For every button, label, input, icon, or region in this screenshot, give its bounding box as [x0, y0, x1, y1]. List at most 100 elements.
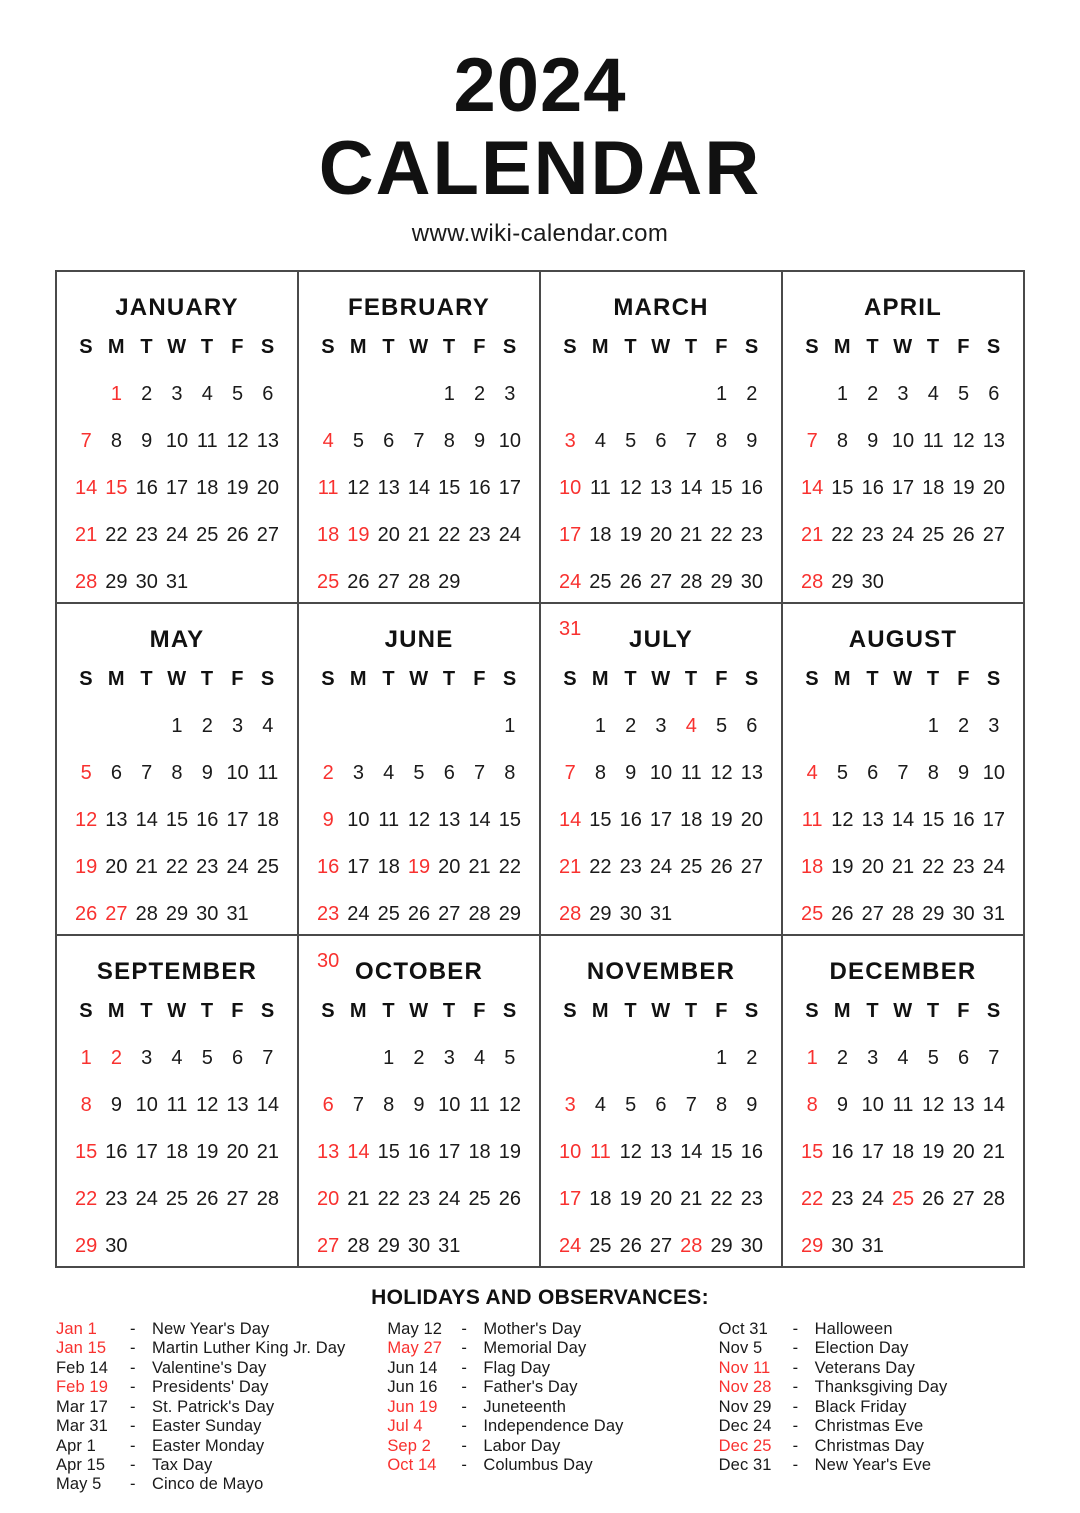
- day-cell[interactable]: 7: [979, 1035, 1009, 1082]
- day-cell[interactable]: 2: [737, 371, 767, 418]
- day-cell[interactable]: 19: [948, 465, 978, 512]
- day-cell[interactable]: 4: [374, 750, 404, 797]
- day-cell[interactable]: 28: [797, 559, 827, 606]
- day-cell[interactable]: 6: [222, 1035, 252, 1082]
- day-cell[interactable]: 17: [495, 465, 525, 512]
- day-cell[interactable]: 30: [404, 1223, 434, 1270]
- day-cell[interactable]: 25: [585, 1223, 615, 1270]
- day-cell[interactable]: 11: [585, 1129, 615, 1176]
- day-cell[interactable]: 11: [192, 418, 222, 465]
- day-cell[interactable]: 7: [676, 418, 706, 465]
- day-cell[interactable]: 22: [101, 512, 131, 559]
- day-cell[interactable]: 21: [132, 844, 162, 891]
- day-cell[interactable]: 15: [797, 1129, 827, 1176]
- day-cell[interactable]: 11: [797, 797, 827, 844]
- day-cell[interactable]: 31: [222, 891, 252, 938]
- day-cell[interactable]: 17: [646, 797, 676, 844]
- day-cell[interactable]: 30: [948, 891, 978, 938]
- day-cell[interactable]: 27: [222, 1176, 252, 1223]
- day-cell[interactable]: 11: [464, 1082, 494, 1129]
- day-cell[interactable]: 10: [132, 1082, 162, 1129]
- day-cell[interactable]: 3: [132, 1035, 162, 1082]
- day-cell[interactable]: 26: [948, 512, 978, 559]
- day-cell[interactable]: 21: [464, 844, 494, 891]
- day-cell[interactable]: 31: [858, 1223, 888, 1270]
- day-cell[interactable]: 21: [676, 1176, 706, 1223]
- day-cell[interactable]: 10: [343, 797, 373, 844]
- day-cell[interactable]: 1: [434, 371, 464, 418]
- day-cell[interactable]: 5: [827, 750, 857, 797]
- day-cell[interactable]: 14: [979, 1082, 1009, 1129]
- day-cell[interactable]: 19: [404, 844, 434, 891]
- day-cell[interactable]: 18: [253, 797, 283, 844]
- day-cell[interactable]: 15: [706, 465, 736, 512]
- day-cell[interactable]: 20: [646, 1176, 676, 1223]
- day-cell[interactable]: 14: [71, 465, 101, 512]
- day-cell[interactable]: 11: [888, 1082, 918, 1129]
- day-cell[interactable]: 12: [616, 465, 646, 512]
- day-cell[interactable]: 29: [585, 891, 615, 938]
- day-cell[interactable]: 19: [71, 844, 101, 891]
- day-cell[interactable]: 26: [616, 559, 646, 606]
- day-cell[interactable]: 4: [585, 1082, 615, 1129]
- day-cell[interactable]: 18: [585, 512, 615, 559]
- day-cell[interactable]: 5: [71, 750, 101, 797]
- day-cell[interactable]: 31: [434, 1223, 464, 1270]
- day-cell[interactable]: 10: [979, 750, 1009, 797]
- day-cell[interactable]: 10: [495, 418, 525, 465]
- day-cell[interactable]: 4: [464, 1035, 494, 1082]
- day-cell[interactable]: 20: [374, 512, 404, 559]
- day-cell[interactable]: 20: [948, 1129, 978, 1176]
- day-cell[interactable]: 1: [706, 371, 736, 418]
- day-cell[interactable]: 14: [253, 1082, 283, 1129]
- day-cell[interactable]: 19: [918, 1129, 948, 1176]
- day-cell[interactable]: 9: [858, 418, 888, 465]
- day-cell[interactable]: 23: [737, 1176, 767, 1223]
- day-cell[interactable]: 25: [313, 559, 343, 606]
- day-cell[interactable]: 11: [585, 465, 615, 512]
- day-cell[interactable]: 5: [404, 750, 434, 797]
- day-cell[interactable]: 7: [888, 750, 918, 797]
- day-cell[interactable]: 24: [162, 512, 192, 559]
- day-cell[interactable]: 18: [585, 1176, 615, 1223]
- day-cell[interactable]: 27: [374, 559, 404, 606]
- day-cell[interactable]: 11: [253, 750, 283, 797]
- day-cell[interactable]: 26: [616, 1223, 646, 1270]
- day-cell[interactable]: 22: [434, 512, 464, 559]
- day-cell[interactable]: 29: [495, 891, 525, 938]
- day-cell[interactable]: 26: [404, 891, 434, 938]
- day-cell[interactable]: 13: [374, 465, 404, 512]
- day-cell[interactable]: 10: [888, 418, 918, 465]
- day-cell[interactable]: 19: [192, 1129, 222, 1176]
- day-cell[interactable]: 8: [827, 418, 857, 465]
- day-cell[interactable]: 8: [495, 750, 525, 797]
- day-cell[interactable]: 17: [555, 512, 585, 559]
- day-cell[interactable]: 26: [192, 1176, 222, 1223]
- day-cell[interactable]: 5: [495, 1035, 525, 1082]
- day-cell[interactable]: 3: [162, 371, 192, 418]
- day-cell[interactable]: 7: [555, 750, 585, 797]
- day-cell[interactable]: 6: [858, 750, 888, 797]
- day-cell[interactable]: 20: [737, 797, 767, 844]
- day-cell[interactable]: 8: [918, 750, 948, 797]
- day-cell[interactable]: 15: [827, 465, 857, 512]
- day-cell[interactable]: 1: [918, 703, 948, 750]
- day-cell[interactable]: 5: [616, 1082, 646, 1129]
- day-cell[interactable]: 7: [253, 1035, 283, 1082]
- day-cell[interactable]: 12: [948, 418, 978, 465]
- day-cell[interactable]: 9: [132, 418, 162, 465]
- day-cell[interactable]: 10: [555, 1129, 585, 1176]
- day-cell[interactable]: 16: [313, 844, 343, 891]
- day-cell[interactable]: 29: [101, 559, 131, 606]
- day-cell[interactable]: 19: [343, 512, 373, 559]
- day-cell[interactable]: 18: [676, 797, 706, 844]
- day-cell[interactable]: 19: [616, 512, 646, 559]
- day-cell[interactable]: 9: [737, 418, 767, 465]
- day-cell[interactable]: 10: [646, 750, 676, 797]
- day-cell[interactable]: 17: [434, 1129, 464, 1176]
- day-cell[interactable]: 3: [979, 703, 1009, 750]
- day-cell[interactable]: 20: [434, 844, 464, 891]
- day-cell[interactable]: 17: [162, 465, 192, 512]
- day-cell[interactable]: 20: [858, 844, 888, 891]
- day-cell[interactable]: 7: [797, 418, 827, 465]
